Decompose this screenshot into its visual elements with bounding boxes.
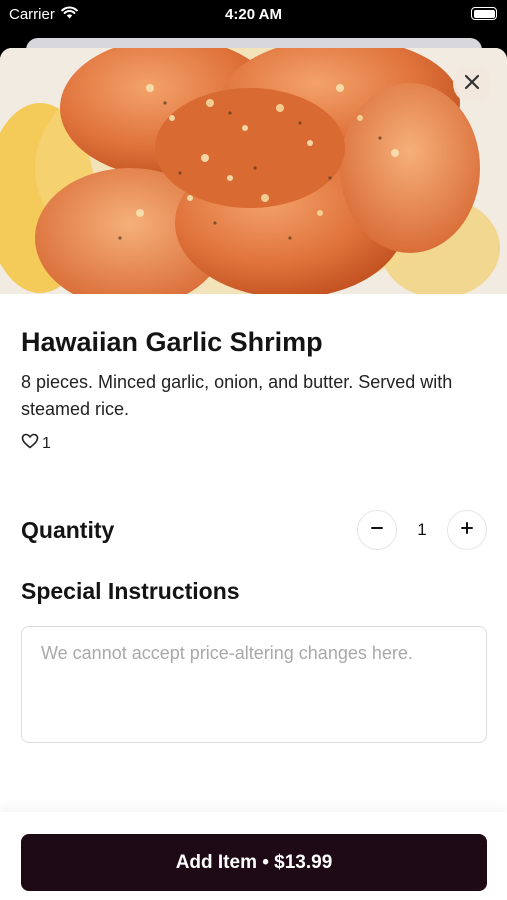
quantity-value: 1 bbox=[417, 520, 427, 539]
status-bar: Carrier 4:20 AM bbox=[0, 0, 507, 30]
item-detail-sheet: Hawaiian Garlic Shrimp 8 pieces. Minced … bbox=[0, 48, 507, 900]
add-item-button[interactable]: Add Item • $13.99 bbox=[21, 834, 487, 891]
item-description: 8 pieces. Minced garlic, onion, and butt… bbox=[21, 372, 453, 419]
decrement-button[interactable] bbox=[357, 510, 397, 550]
increment-button[interactable] bbox=[447, 510, 487, 550]
item-photo bbox=[0, 48, 507, 294]
item-title: Hawaiian Garlic Shrimp bbox=[21, 327, 323, 357]
close-button[interactable] bbox=[453, 65, 491, 103]
special-instructions-placeholder: We cannot accept price-altering changes … bbox=[41, 643, 413, 663]
close-icon bbox=[463, 73, 481, 96]
plus-icon bbox=[460, 521, 474, 540]
footer-bar: Add Item • $13.99 bbox=[0, 812, 507, 900]
like-count[interactable]: 1 bbox=[21, 433, 51, 454]
battery-icon bbox=[471, 7, 497, 20]
quantity-stepper: 1 bbox=[357, 510, 487, 550]
status-time: 4:20 AM bbox=[225, 6, 282, 23]
like-count-value: 1 bbox=[42, 434, 51, 452]
heart-icon bbox=[21, 433, 39, 454]
special-instructions-input[interactable]: We cannot accept price-altering changes … bbox=[21, 626, 487, 743]
special-instructions-label: Special Instructions bbox=[21, 578, 240, 604]
minus-icon bbox=[370, 521, 384, 540]
quantity-label: Quantity bbox=[21, 517, 115, 543]
